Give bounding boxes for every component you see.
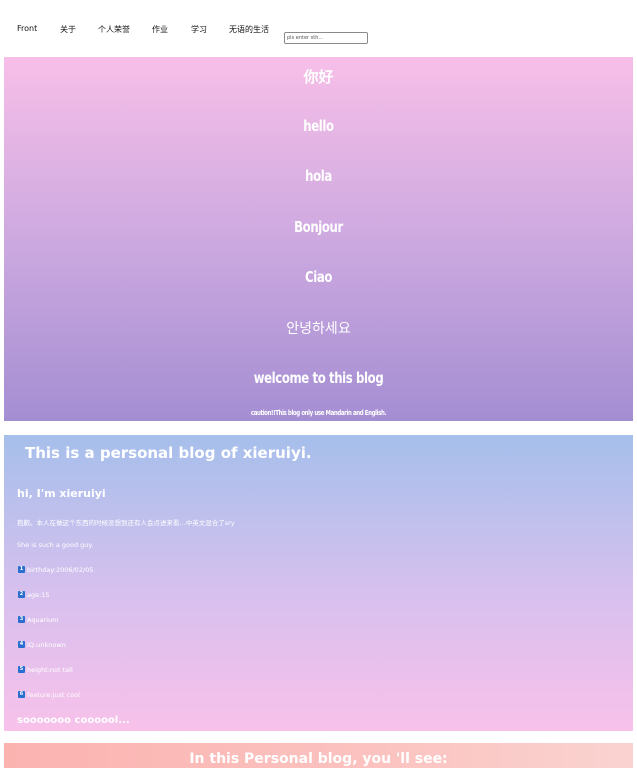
hero-banner: 你好 hello hola Bonjour Ciao 안녕하세요 welcome…	[4, 57, 633, 421]
fact-text: age:15	[27, 590, 50, 599]
greeting-korean: 안녕하세요	[286, 321, 351, 337]
fact-text: IQ:unknown	[27, 640, 66, 649]
top-nav: Front 关于 个人荣誉 作业 学习 无语的生活	[0, 0, 637, 57]
intro-card: This is a personal blog of xieruiyi. hi,…	[4, 435, 633, 731]
intro-closing: sooooooo coooool...	[17, 715, 130, 726]
intro-note: 抱歉。本人在做这个东西的时候没想到还有人会点进来看...中英文混合了sry	[17, 519, 235, 527]
fact-text: birthday:2006/02/05	[27, 565, 94, 574]
greeting-english: hello	[303, 117, 334, 135]
greeting-italian: Ciao	[305, 268, 332, 286]
number-badge: 3	[18, 616, 25, 623]
search-input[interactable]	[284, 32, 368, 44]
fact-text: height:not tall	[27, 665, 73, 674]
greeting-spanish: hola	[305, 167, 332, 185]
fact-text: feature:just cool	[27, 690, 80, 699]
number-badge: 4	[18, 641, 25, 648]
fact-text: Aquarium	[27, 615, 59, 624]
nav-item-front[interactable]: Front	[17, 24, 37, 33]
intro-line: She is such a good guy.	[17, 541, 94, 549]
number-badge: 5	[18, 666, 25, 673]
number-badge: 1	[18, 566, 25, 573]
fact-item: 4 IQ:unknown	[18, 640, 66, 649]
section-banner: In this Personal blog, you 'll see:	[4, 743, 633, 768]
nav-item-honors[interactable]: 个人荣誉	[98, 24, 130, 35]
intro-greeting: hi, I'm xieruiyi	[17, 487, 106, 500]
greeting-chinese: 你好	[303, 68, 334, 86]
fact-item: 2 age:15	[18, 590, 50, 599]
nav-item-about[interactable]: 关于	[60, 24, 76, 35]
greeting-french: Bonjour	[294, 218, 343, 236]
nav-item-life[interactable]: 无语的生活	[229, 24, 269, 35]
fact-item: 1 birthday:2006/02/05	[18, 565, 93, 574]
fact-item: 3 Aquarium	[18, 615, 59, 624]
fact-item: 6 feature:just cool	[18, 690, 80, 699]
fact-item: 5 height:not tall	[18, 665, 73, 674]
number-badge: 2	[18, 591, 25, 598]
number-badge: 6	[18, 691, 25, 698]
welcome-heading: welcome to this blog	[253, 369, 384, 387]
nav-item-study[interactable]: 学习	[191, 24, 207, 35]
section-heading: In this Personal blog, you 'll see:	[189, 751, 448, 767]
caution-note: caution!!This blog only use Mandarin and…	[250, 409, 387, 417]
intro-title: This is a personal blog of xieruiyi.	[25, 444, 312, 462]
nav-item-homework[interactable]: 作业	[152, 24, 168, 35]
